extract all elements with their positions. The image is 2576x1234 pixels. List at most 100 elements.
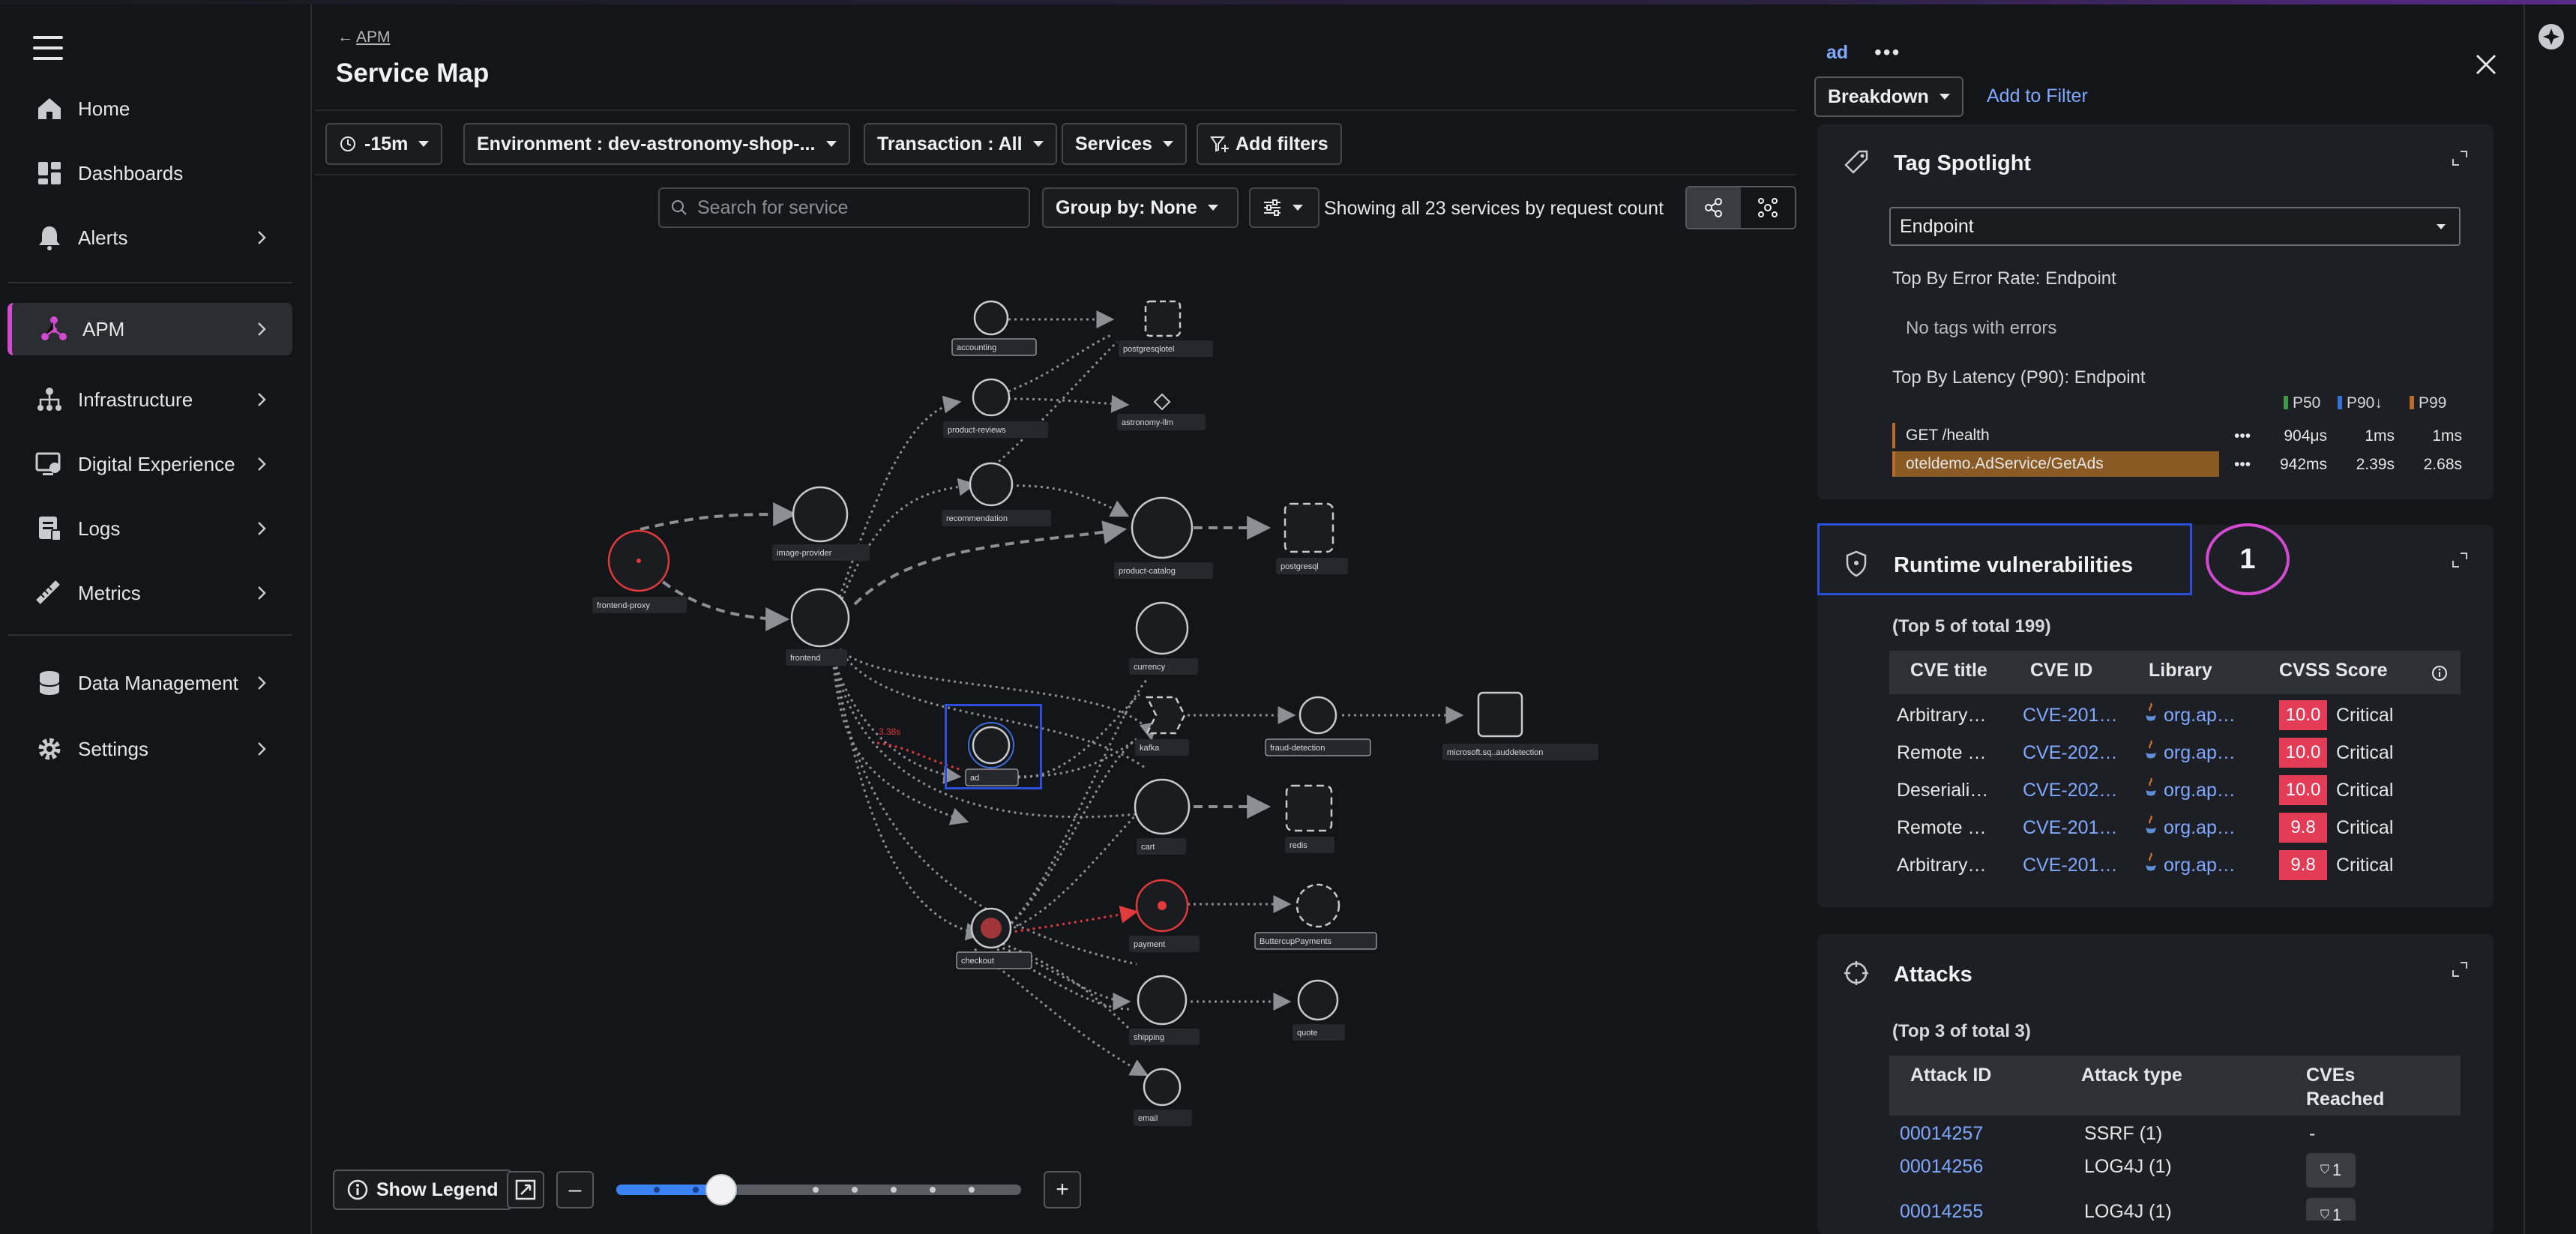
node-product-catalog[interactable]: product-catalog [1114,496,1213,579]
breakdown-select[interactable]: Breakdown [1814,76,1963,117]
bell-icon [31,220,67,256]
node-buttercup-payments[interactable]: ButtercupPayments [1254,883,1377,950]
java-icon [2144,777,2158,798]
menu-icon[interactable] [33,36,63,63]
selected-service-name[interactable]: ad [1826,42,1848,64]
cve-row[interactable]: Remote … CVE-202… org.ap… 10.0 Critical [1889,735,2461,769]
expand-icon[interactable] [2450,550,2470,570]
service-search[interactable] [658,187,1030,228]
page-title: Service Map [336,58,490,88]
breadcrumb[interactable]: ← APM [337,28,391,46]
node-payment[interactable]: payment [1129,879,1200,952]
node-astronomy-llm[interactable]: astronomy-llm [1117,393,1206,430]
transaction-select[interactable]: Transaction : All [864,123,1057,165]
map-settings-button[interactable] [1249,187,1319,228]
nav-item-data-management[interactable]: Data Management [7,657,292,709]
nav-item-infrastructure[interactable]: Infrastructure [7,373,292,426]
java-icon [2144,814,2158,835]
topology-view-button[interactable] [1741,187,1795,228]
attack-row[interactable]: 00014257 SSRF (1) - [1889,1120,2461,1155]
svg-text:kafka: kafka [1140,744,1160,753]
nav-item-alerts[interactable]: Alerts [7,211,292,264]
fit-to-screen-button[interactable] [507,1171,544,1209]
ai-assistant-icon[interactable] [2537,22,2566,51]
svg-text:microsoft.sq..auddetection: microsoft.sq..auddetection [1447,748,1543,757]
add-filters-button[interactable]: Add filters [1197,123,1342,165]
nav-item-digital-experience[interactable]: Digital Experience [7,438,292,490]
svg-text:email: email [1138,1114,1158,1123]
node-frontend-proxy[interactable]: frontend-proxy [592,529,687,613]
info-icon[interactable] [2431,664,2449,682]
attack-row[interactable]: 00014256 LOG4J (1) ⛉ 1 [1889,1153,2461,1188]
expand-icon[interactable] [2450,960,2470,979]
latency-row[interactable]: oteldemo.AdService/GetAds ••• 942ms 2.39… [1892,451,2464,477]
caret-down-icon [826,141,837,147]
add-to-filter-link[interactable]: Add to Filter [1987,85,2088,107]
legend-p99: P99 [2410,394,2446,412]
nav-item-logs[interactable]: Logs [7,502,292,555]
nav-label: APM [82,317,125,340]
search-icon [672,200,687,215]
zoom-in-button[interactable]: + [1044,1171,1081,1209]
header-divider [315,109,1796,111]
caret-down-icon [1032,141,1044,147]
node-auddetection[interactable]: microsoft.sq..auddetection [1442,691,1598,760]
cve-row[interactable]: Deseriali… CVE-202… org.ap… 10.0 Critical [1889,772,2461,807]
attacks-subtitle: (Top 3 of total 3) [1892,1021,2031,1041]
cves-reached-badge: ⛉ 1 [2306,1153,2356,1188]
svg-text:checkout: checkout [961,957,994,966]
node-postgresqlotel[interactable]: postgresqlotel [1119,300,1213,357]
node-postgresql[interactable]: postgresql [1276,502,1348,574]
node-checkout[interactable]: checkout [956,907,1032,969]
svg-text:fraud-detection: fraud-detection [1270,744,1325,753]
node-email[interactable]: email [1134,1068,1192,1126]
attacks-table-header: Attack ID Attack type CVEs Reached [1889,1056,2461,1116]
nav-item-home[interactable]: Home [7,82,292,135]
close-icon[interactable] [2474,52,2498,76]
node-shipping[interactable]: shipping [1129,975,1200,1045]
cvss-score-badge: 9.8 [2279,850,2327,880]
zoom-slider[interactable] [616,1174,1021,1206]
sliders-icon [1264,199,1281,216]
node-currency[interactable]: currency [1129,601,1198,675]
node-quote[interactable]: quote [1292,979,1345,1041]
cve-row[interactable]: Arbitrary… CVE-201… org.ap… 10.0 Critical [1889,697,2461,732]
node-product-reviews[interactable]: product-reviews [943,378,1048,438]
show-legend-button[interactable]: Show Legend [333,1170,512,1210]
caret-down-icon [1207,205,1218,211]
node-cart[interactable]: cart [1134,778,1191,855]
expand-icon[interactable] [2450,148,2470,168]
node-accounting[interactable]: accounting [951,300,1037,356]
svg-text:currency: currency [1134,663,1166,672]
attack-row[interactable]: 00014255 LOG4J (1) ⛉ 1 [1889,1198,2461,1221]
endpoint-select[interactable]: Endpoint [1889,207,2461,246]
card-title: Tag Spotlight [1894,151,2032,175]
svg-text:frontend: frontend [790,654,820,663]
more-options-button[interactable]: ••• [1874,40,1901,64]
node-recommendation[interactable]: recommendation [942,462,1051,526]
zoom-slider-handle[interactable] [705,1174,738,1206]
environment-select[interactable]: Environment : dev-astronomy-shop-... [463,123,850,165]
service-map-main: ← APM Service Map -15m Environment : dev-… [315,4,1796,1234]
nav-item-metrics[interactable]: Metrics [7,567,292,619]
services-select[interactable]: Services [1062,123,1187,165]
cve-row[interactable]: Remote … CVE-201… org.ap… 9.8 Critical [1889,810,2461,844]
nav-item-apm[interactable]: APM [7,303,292,355]
zoom-out-button[interactable]: – [556,1171,594,1209]
node-redis[interactable]: redis [1285,784,1334,853]
caret-down-icon [1939,94,1950,100]
chevron-right-icon [258,586,266,600]
search-input[interactable] [697,196,1012,219]
group-by-select[interactable]: Group by: None [1042,187,1239,228]
latency-row[interactable]: GET /health ••• 904μs 1ms 1ms [1892,423,2464,448]
node-image-provider[interactable]: image-provider [772,486,870,561]
nav-item-dashboards[interactable]: Dashboards [7,147,292,199]
node-fraud-detection[interactable]: fraud-detection [1265,696,1371,756]
svg-text:image-provider: image-provider [777,549,832,558]
nav-item-settings[interactable]: Settings [7,723,292,775]
node-frontend[interactable]: frontend [786,588,850,666]
map-view-button[interactable] [1687,187,1741,228]
time-range-select[interactable]: -15m [325,123,443,165]
node-kafka[interactable]: kafka [1135,696,1189,756]
cve-row[interactable]: Arbitrary… CVE-201… org.ap… 9.8 Critical [1889,847,2461,882]
